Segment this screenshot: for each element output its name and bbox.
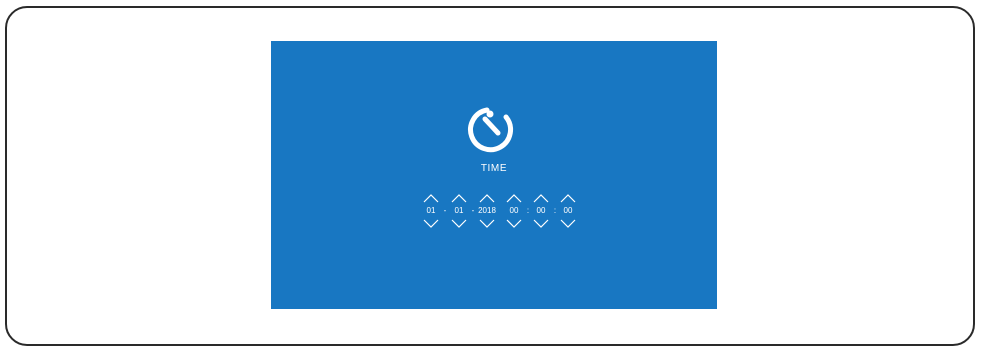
- datetime-picker: 01 - 01 - 2018 00 : 00 : 00: [421, 193, 581, 231]
- month-field: 01: [449, 193, 469, 231]
- second-decrement-arrow-icon[interactable]: [560, 219, 576, 229]
- month-decrement-arrow-icon[interactable]: [451, 219, 467, 229]
- day-increment-arrow-icon[interactable]: [423, 193, 439, 203]
- second-increment-arrow-icon[interactable]: [560, 193, 576, 203]
- minute-increment-arrow-icon[interactable]: [533, 193, 549, 203]
- second-field: 00: [558, 193, 578, 231]
- minute-decrement-arrow-icon[interactable]: [533, 219, 549, 229]
- day-field: 01: [421, 193, 441, 231]
- year-field: 2018: [477, 193, 497, 231]
- timer-icon: [468, 107, 514, 153]
- hour-field: 00: [504, 193, 524, 231]
- year-decrement-arrow-icon[interactable]: [479, 219, 495, 229]
- hour-decrement-arrow-icon[interactable]: [506, 219, 522, 229]
- second-value[interactable]: 00: [552, 205, 584, 217]
- page-title: TIME: [480, 163, 508, 174]
- month-increment-arrow-icon[interactable]: [451, 193, 467, 203]
- minute-field: 00: [531, 193, 551, 231]
- year-increment-arrow-icon[interactable]: [479, 193, 495, 203]
- time-settings-screen: TIME 01 - 01 - 2018 00 : 00: 00: [271, 41, 717, 309]
- day-decrement-arrow-icon[interactable]: [423, 219, 439, 229]
- hour-increment-arrow-icon[interactable]: [506, 193, 522, 203]
